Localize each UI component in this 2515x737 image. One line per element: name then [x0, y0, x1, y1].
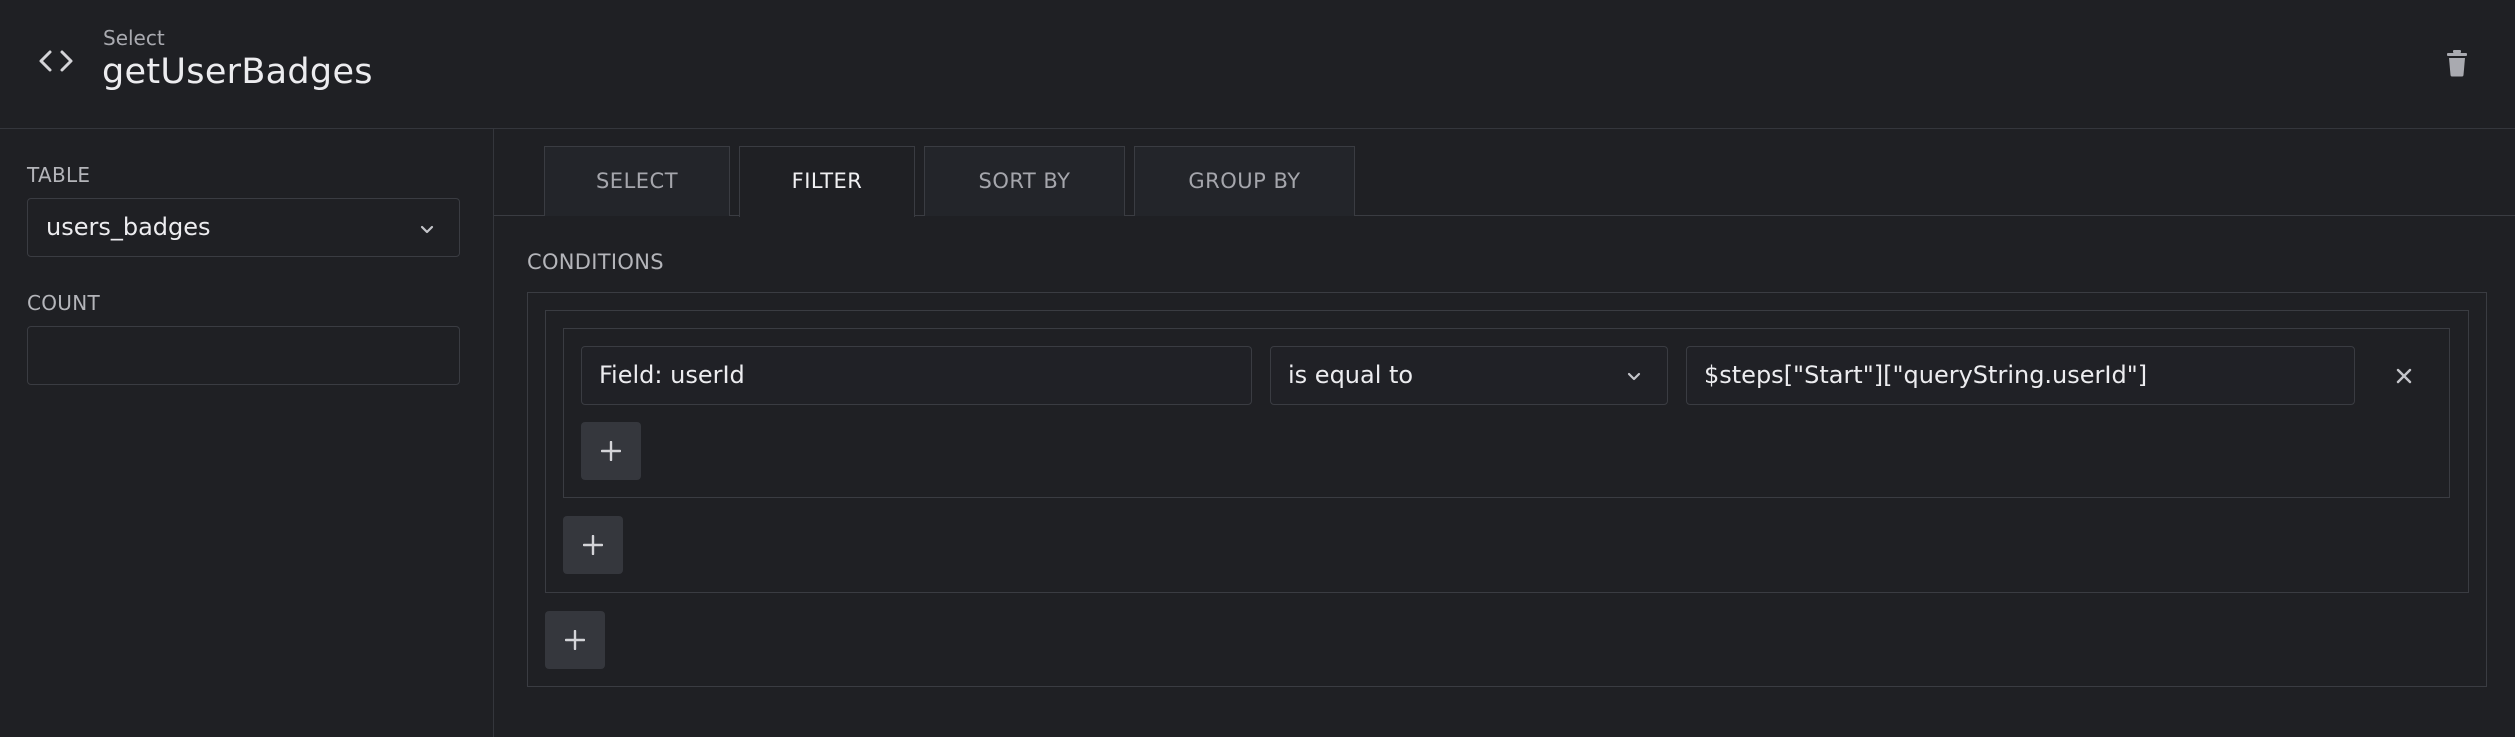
condition-operator-value: is equal to: [1288, 361, 1414, 389]
plus-icon: [565, 630, 585, 650]
chevron-down-icon: [420, 225, 434, 234]
add-condition-button[interactable]: [581, 422, 641, 480]
close-icon[interactable]: [2393, 365, 2415, 387]
sidebar: TABLE users_badges COUNT: [0, 129, 494, 737]
query-title[interactable]: getUserBadges: [102, 52, 373, 92]
query-type-label: Select: [103, 26, 165, 50]
condition-field-input[interactable]: Field: userId: [581, 346, 1252, 405]
condition-value-text: $steps["Start"]["queryString.userId"]: [1704, 361, 2148, 389]
query-header: Select getUserBadges: [0, 0, 2515, 129]
add-outer-group-button[interactable]: [545, 611, 605, 669]
condition-field-value: Field: userId: [599, 361, 745, 389]
condition-operator-select[interactable]: is equal to: [1270, 346, 1668, 405]
table-select-value: users_badges: [46, 213, 211, 241]
condition-value-input[interactable]: $steps["Start"]["queryString.userId"]: [1686, 346, 2355, 405]
code-icon[interactable]: [36, 44, 76, 78]
conditions-label: CONDITIONS: [527, 250, 664, 274]
trash-icon[interactable]: [2443, 48, 2471, 78]
query-tabs: SELECT FILTER SORT BY GROUP BY: [494, 129, 2515, 217]
tab-group-by[interactable]: GROUP BY: [1134, 146, 1355, 216]
tab-sort-by[interactable]: SORT BY: [924, 146, 1125, 216]
tab-select[interactable]: SELECT: [544, 146, 730, 216]
table-label: TABLE: [27, 163, 91, 187]
add-condition-group-button[interactable]: [563, 516, 623, 574]
count-label: COUNT: [27, 291, 101, 315]
plus-icon: [601, 441, 621, 461]
count-input[interactable]: [27, 326, 460, 385]
table-select[interactable]: users_badges: [27, 198, 460, 257]
plus-icon: [583, 535, 603, 555]
tab-filter[interactable]: FILTER: [739, 146, 915, 217]
chevron-down-icon: [1627, 372, 1641, 381]
